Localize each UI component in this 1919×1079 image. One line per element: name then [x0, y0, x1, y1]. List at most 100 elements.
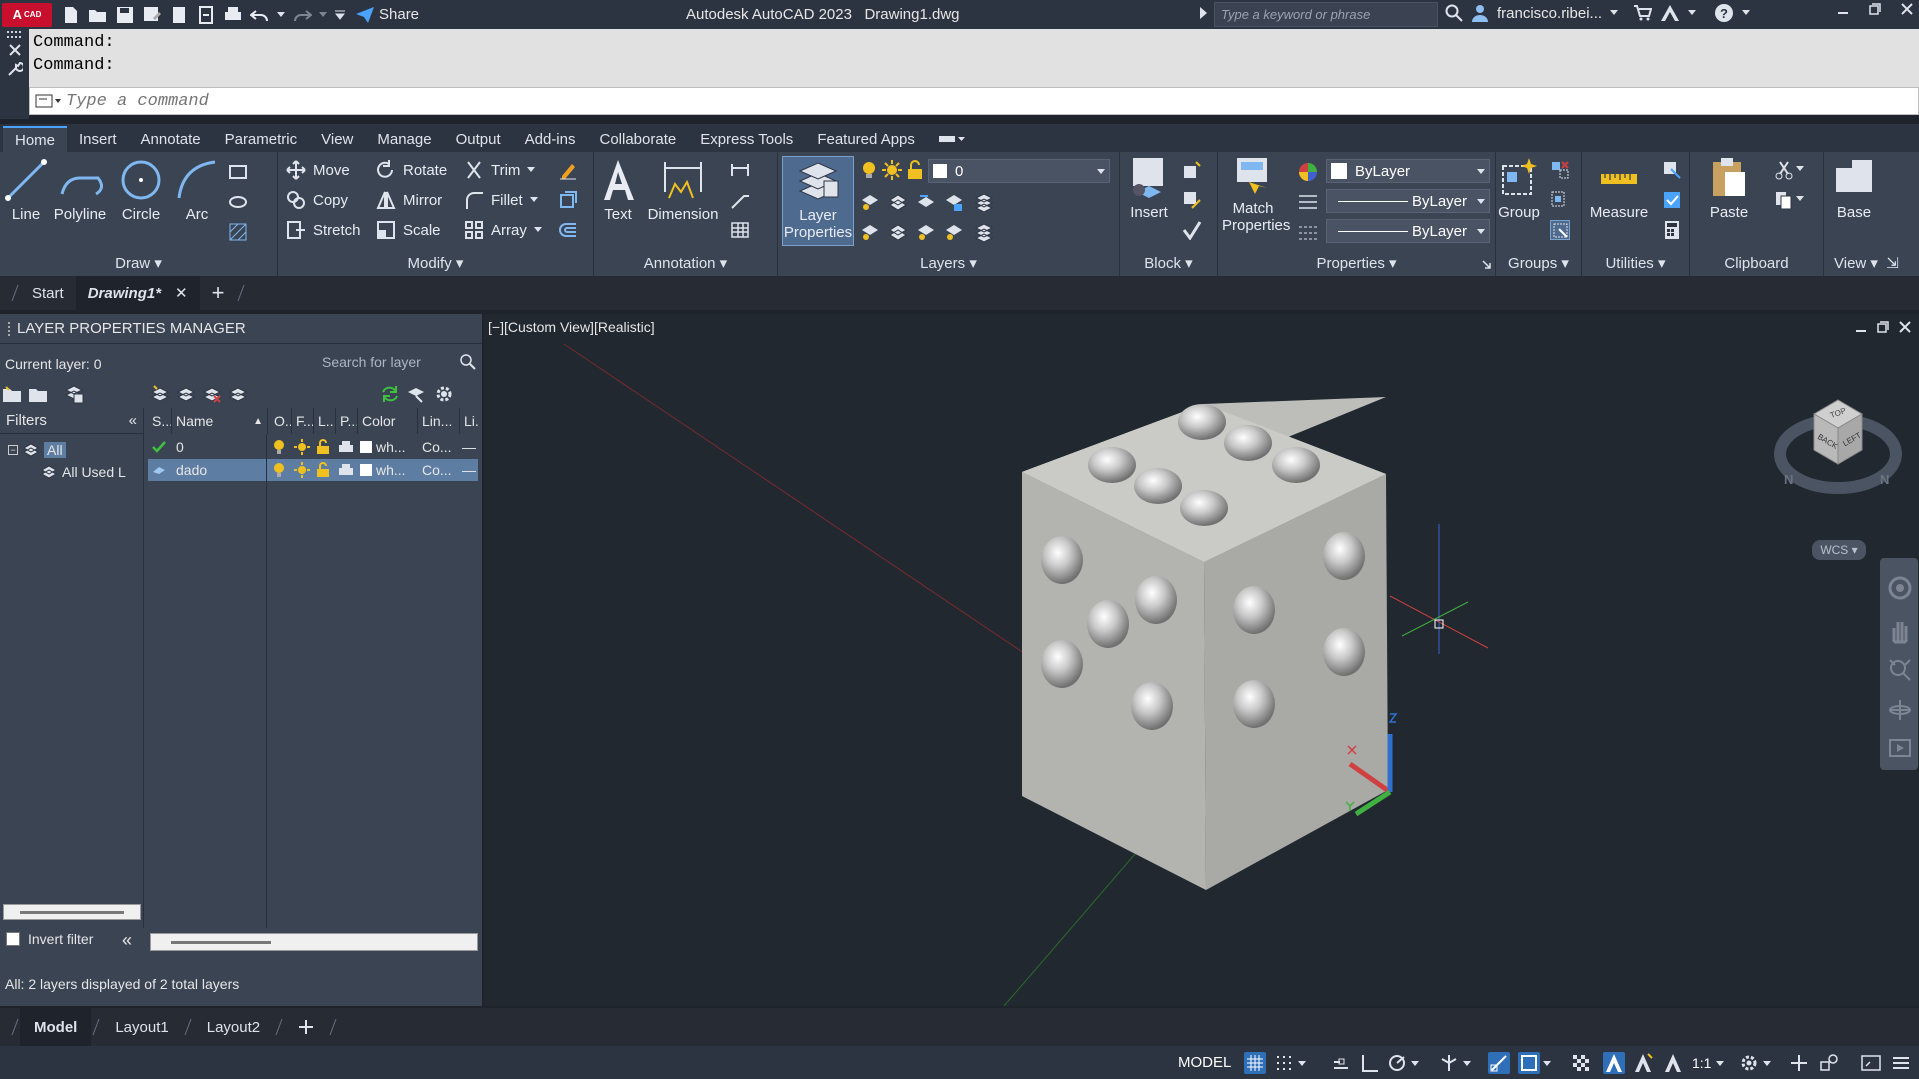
palette-title-bar[interactable]: LAYER PROPERTIES MANAGER: [0, 314, 482, 344]
tab-annotate[interactable]: Annotate: [129, 126, 213, 152]
ribbon-display-toggle[interactable]: [927, 126, 977, 152]
orbit-icon[interactable]: [1888, 698, 1912, 722]
layer-states-manager-icon[interactable]: [64, 384, 84, 404]
fillet-dropdown-icon[interactable]: [529, 197, 538, 203]
help-dropdown-icon[interactable]: [1742, 10, 1751, 16]
customize-wrench-icon[interactable]: [7, 61, 23, 77]
redo-dropdown-icon[interactable]: [318, 5, 328, 25]
command-prompt-icon[interactable]: [30, 91, 66, 111]
tab-drawing1[interactable]: Drawing1* ✕: [75, 276, 200, 310]
panel-title-layers[interactable]: Layers ▾: [778, 254, 1119, 272]
layer-list-scrollbar[interactable]: [150, 933, 478, 951]
polyline-button[interactable]: Polyline: [52, 158, 108, 223]
layer-match-icon[interactable]: [888, 192, 908, 212]
group-edit-icon[interactable]: [1550, 190, 1570, 210]
steering-wheel-icon[interactable]: [1888, 576, 1912, 600]
isodraft-icon[interactable]: [1438, 1052, 1460, 1074]
offset-icon[interactable]: [558, 220, 578, 240]
panel-title-draw[interactable]: Draw ▾: [0, 254, 277, 272]
column-color[interactable]: Color: [358, 408, 418, 434]
undo-icon[interactable]: [249, 5, 271, 25]
edit-attributes-icon[interactable]: [1182, 220, 1202, 240]
move-button[interactable]: Move: [286, 160, 350, 180]
layer-states-icon[interactable]: [974, 192, 994, 212]
trim-button[interactable]: Trim: [464, 160, 536, 180]
group-button[interactable]: Group: [1498, 156, 1540, 221]
close-icon[interactable]: [1901, 3, 1913, 15]
panel-title-annotation[interactable]: Annotation ▾: [594, 254, 777, 272]
lineweight-icon[interactable]: [1298, 194, 1318, 212]
layer-unlock-icon[interactable]: [316, 436, 330, 458]
layer-name[interactable]: dado: [176, 459, 207, 481]
ungroup-icon[interactable]: [1550, 160, 1570, 180]
paste-button[interactable]: Paste: [1704, 156, 1754, 221]
layer-plot-icon[interactable]: [338, 459, 354, 481]
undo-dropdown-icon[interactable]: [276, 5, 286, 25]
settings-gear-icon[interactable]: [434, 384, 454, 404]
cart-icon[interactable]: [1634, 5, 1653, 21]
close-command-line-icon[interactable]: [8, 43, 22, 57]
set-current-layer-icon[interactable]: [228, 384, 248, 404]
model-viewport[interactable]: [−][Custom View][Realistic] TOP BACK LEF…: [484, 314, 1919, 1006]
layer-color[interactable]: wh...: [360, 459, 406, 481]
layer-color[interactable]: wh...: [360, 436, 406, 458]
annotation-visibility-icon[interactable]: [1603, 1052, 1625, 1074]
panel-title-view[interactable]: View ▾ ⇲: [1824, 254, 1919, 272]
color-wheel-icon[interactable]: [1298, 162, 1318, 182]
a360-dropdown-icon[interactable]: [1688, 10, 1697, 16]
restore-icon[interactable]: [1869, 3, 1881, 15]
polar-tracking-icon[interactable]: [1386, 1052, 1408, 1074]
tree-collapse-icon[interactable]: −: [8, 445, 18, 455]
save-icon[interactable]: [114, 5, 136, 25]
autocad-logo[interactable]: A CAD: [2, 2, 52, 27]
lineweight-dropdown[interactable]: ByLayer: [1326, 189, 1490, 213]
close-tab-icon[interactable]: ✕: [175, 284, 188, 302]
search-icon[interactable]: [1445, 4, 1463, 22]
panel-title-modify[interactable]: Modify ▾: [278, 254, 593, 272]
layer-search-input[interactable]: Search for layer: [318, 350, 476, 374]
auto-scale-icon[interactable]: [1632, 1052, 1654, 1074]
mirror-button[interactable]: Mirror: [376, 190, 442, 210]
column-status[interactable]: S...: [148, 408, 172, 434]
select-all-icon[interactable]: [1662, 190, 1682, 210]
filter-tree-all[interactable]: − All: [8, 442, 66, 458]
rotate-button[interactable]: Rotate: [376, 160, 447, 180]
match-properties-button[interactable]: Match Properties: [1222, 156, 1290, 234]
column-on[interactable]: O..: [270, 408, 292, 434]
new-layer-icon[interactable]: [150, 384, 170, 404]
new-file-icon[interactable]: [60, 5, 82, 25]
tab-layout2[interactable]: Layout2: [193, 1008, 274, 1046]
layer-linetype[interactable]: Co...: [422, 436, 452, 458]
model-space-toggle[interactable]: MODEL: [1178, 1054, 1231, 1071]
customize-qat-icon[interactable]: [333, 5, 347, 25]
rectangle-icon[interactable]: [228, 162, 248, 182]
help-icon[interactable]: ?: [1714, 3, 1734, 23]
workspace-gear-icon[interactable]: [1738, 1052, 1760, 1074]
layer-lineweight[interactable]: —: [462, 459, 476, 481]
base-view-button[interactable]: Base: [1828, 156, 1880, 221]
grip-icon[interactable]: [6, 31, 23, 39]
user-name[interactable]: francisco.ribei...: [1497, 5, 1602, 22]
filter-tree-all-used[interactable]: All Used L: [40, 464, 126, 480]
collapse-filters-icon[interactable]: «: [129, 412, 137, 429]
panel-title-groups[interactable]: Groups ▾: [1496, 254, 1581, 272]
ortho-mode-icon[interactable]: [1358, 1052, 1380, 1074]
isolate-objects-icon[interactable]: [1818, 1052, 1840, 1074]
layer-off-icon[interactable]: [944, 222, 964, 242]
pan-hand-icon[interactable]: [1888, 618, 1912, 644]
layer-walk-icon[interactable]: [974, 222, 994, 242]
calculator-icon[interactable]: [1662, 220, 1682, 240]
open-file-icon[interactable]: [87, 5, 109, 25]
layer-dropdown[interactable]: 0: [928, 159, 1110, 183]
customization-menu-icon[interactable]: [1890, 1052, 1912, 1074]
arc-button[interactable]: Arc: [174, 158, 220, 223]
tab-collaborate[interactable]: Collaborate: [587, 126, 688, 152]
export-icon[interactable]: [195, 5, 217, 25]
group-selection-icon[interactable]: [1550, 220, 1570, 240]
zoom-extents-icon[interactable]: [1888, 658, 1912, 682]
tab-model[interactable]: Model: [20, 1008, 92, 1046]
new-property-filter-icon[interactable]: [2, 384, 22, 404]
stretch-button[interactable]: Stretch: [286, 220, 361, 240]
linear-dimension-icon[interactable]: [730, 160, 750, 180]
layer-on-icon[interactable]: [860, 160, 878, 180]
